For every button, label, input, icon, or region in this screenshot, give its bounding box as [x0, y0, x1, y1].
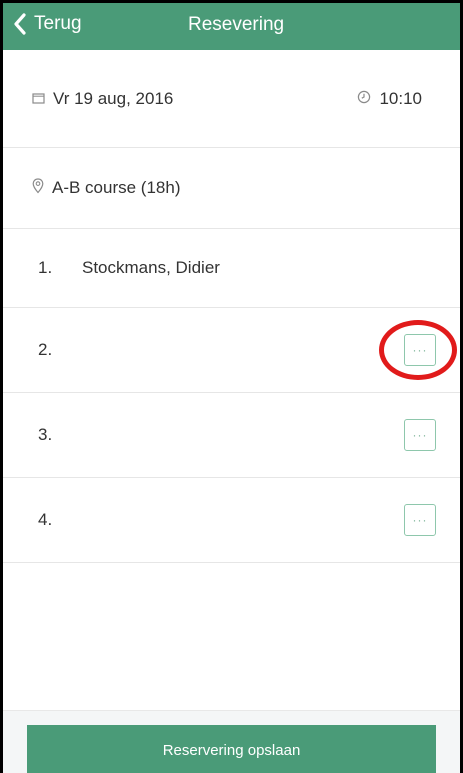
ellipsis-icon: ···: [412, 343, 428, 357]
player-row: 2. ···: [3, 308, 460, 393]
player-name: Stockmans, Didier: [82, 258, 220, 277]
back-label: Terug: [34, 13, 82, 34]
app-screen: Terug Resevering Vr 19 aug, 2016 10:10 A…: [0, 0, 463, 773]
back-button[interactable]: Terug: [13, 12, 82, 36]
player-number: 4.: [38, 510, 53, 529]
clock-icon: [357, 89, 371, 109]
player-row: 1. Stockmans, Didier: [3, 229, 460, 308]
date-time-row[interactable]: Vr 19 aug, 2016 10:10: [3, 50, 460, 148]
more-options-button[interactable]: ···: [404, 334, 436, 366]
player-number: 2.: [38, 340, 53, 359]
player-number: 3.: [38, 425, 53, 444]
date-field[interactable]: Vr 19 aug, 2016: [32, 89, 173, 109]
player-row: 4. ···: [3, 478, 460, 563]
date-value: Vr 19 aug, 2016: [53, 88, 174, 108]
header-bar: Terug Resevering: [3, 3, 460, 50]
chevron-left-icon: [13, 12, 27, 36]
player-number: 1.: [38, 258, 53, 277]
save-reservation-label: Reservering opslaan: [162, 742, 301, 759]
ellipsis-icon: ···: [412, 513, 428, 527]
time-value: 10:10: [379, 88, 422, 108]
course-value: A-B course (18h): [52, 178, 181, 197]
page-title: Resevering: [188, 14, 285, 35]
ellipsis-icon: ···: [412, 428, 428, 442]
location-pin-icon: [32, 177, 44, 199]
player-row: 3. ···: [3, 393, 460, 478]
course-field: A-B course (18h): [32, 177, 181, 199]
more-options-button[interactable]: ···: [404, 419, 436, 451]
calendar-icon: [32, 89, 45, 109]
more-options-button[interactable]: ···: [404, 504, 436, 536]
time-field[interactable]: 10:10: [357, 89, 422, 109]
save-reservation-button[interactable]: Reservering opslaan: [27, 725, 436, 773]
course-row[interactable]: A-B course (18h): [3, 148, 460, 229]
